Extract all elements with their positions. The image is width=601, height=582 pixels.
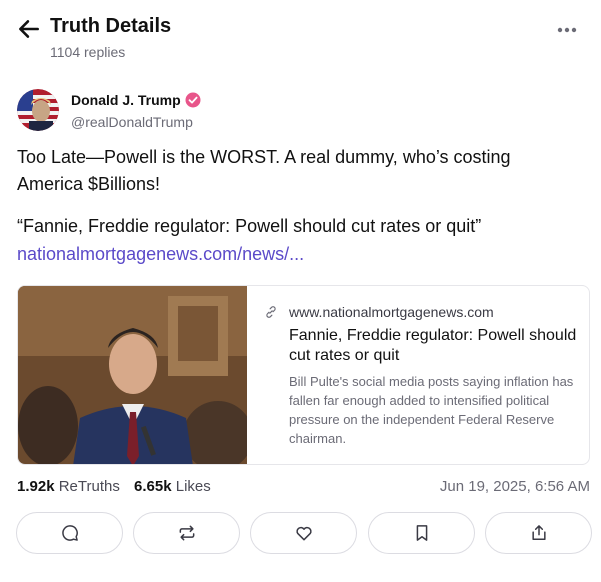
link-preview-card[interactable]: www.nationalmortgagenews.com Fannie, Fre… <box>17 285 590 465</box>
card-domain: www.nationalmortgagenews.com <box>289 304 494 320</box>
preview-image <box>18 286 247 464</box>
post-stats: 1.92k ReTruths 6.65k Likes <box>17 478 211 495</box>
avatar[interactable] <box>17 89 59 131</box>
retruths-stat[interactable]: 1.92k ReTruths <box>17 478 120 495</box>
reply-button[interactable] <box>16 512 123 554</box>
more-options-icon[interactable] <box>552 18 582 42</box>
back-arrow-icon[interactable] <box>16 16 42 42</box>
likes-label: Likes <box>175 478 211 495</box>
page-title: Truth Details <box>50 15 172 37</box>
card-description: Bill Pulte's social media posts saying i… <box>289 374 574 446</box>
bookmark-icon <box>416 525 427 541</box>
reply-icon <box>61 525 78 541</box>
action-bar <box>14 512 592 556</box>
verified-badge-icon <box>185 92 201 108</box>
retruth-button[interactable] <box>133 512 240 554</box>
post-timestamp: Jun 19, 2025, 6:56 AM <box>439 478 590 495</box>
post-quote: “Fannie, Freddie regulator: Powell shoul… <box>17 216 482 236</box>
post-body: Too Late—Powell is the WORST. A real dum… <box>17 147 511 194</box>
retruths-count: 1.92k <box>17 478 55 495</box>
bookmark-button[interactable] <box>368 512 475 554</box>
card-title: Fannie, Freddie regulator: Powell should… <box>289 327 577 364</box>
retruths-label: ReTruths <box>58 478 120 495</box>
page-header: Truth Details 1104 replies <box>0 0 601 70</box>
like-icon <box>295 526 312 541</box>
likes-count: 6.65k <box>134 478 172 495</box>
link-icon <box>266 306 276 318</box>
share-icon <box>531 525 546 540</box>
retruth-icon <box>179 525 194 541</box>
post-link[interactable]: nationalmortgagenews.com/news/... <box>17 241 304 268</box>
like-button[interactable] <box>250 512 357 554</box>
share-button[interactable] <box>485 512 592 554</box>
likes-stat[interactable]: 6.65k Likes <box>134 478 211 495</box>
author-name[interactable]: Donald J. Trump <box>71 92 181 108</box>
author-handle[interactable]: @realDonaldTrump <box>71 114 193 130</box>
reply-count: 1104 replies <box>50 44 126 60</box>
